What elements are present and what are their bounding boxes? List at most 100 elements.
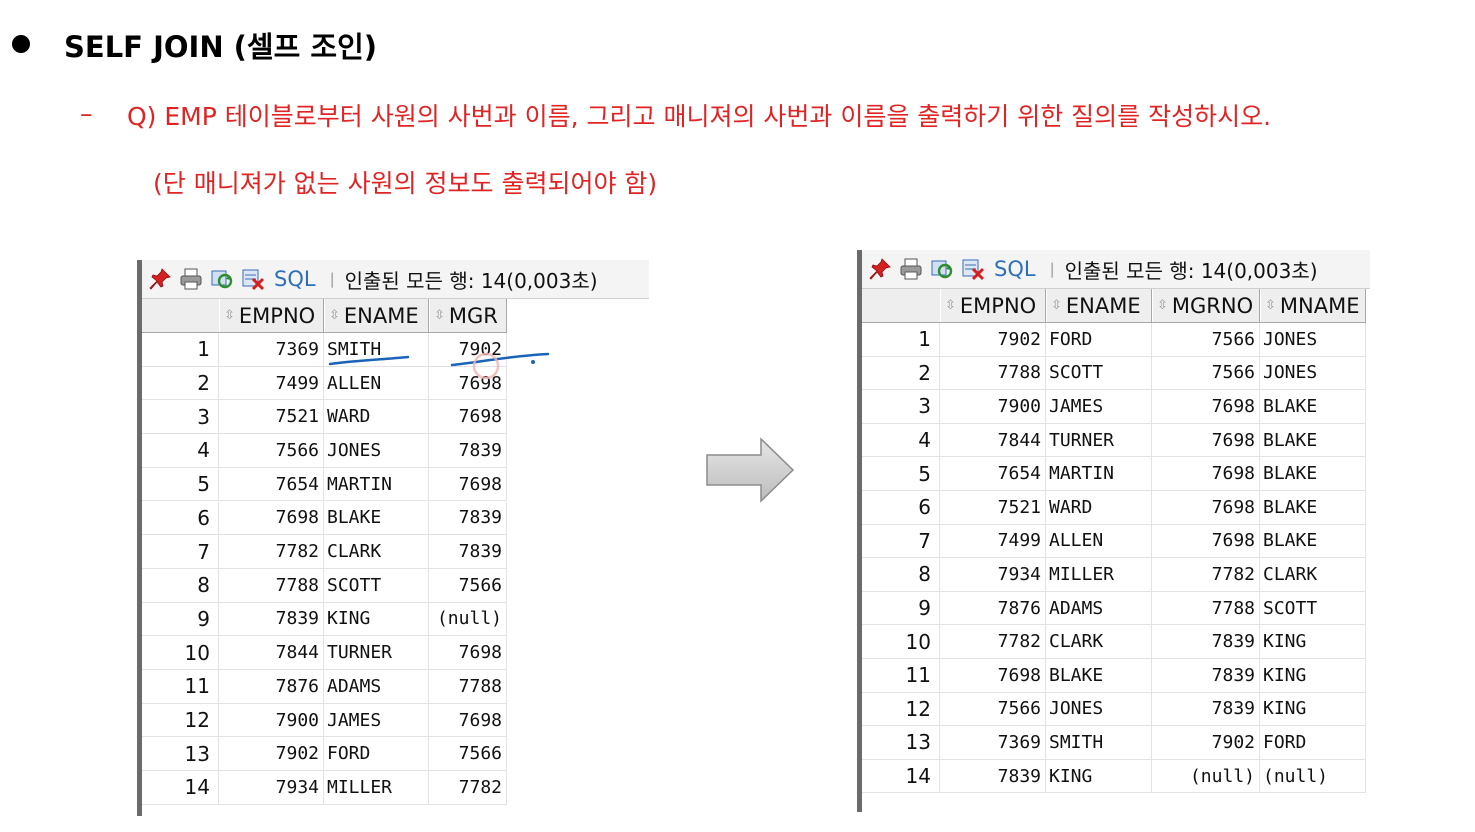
- table-row[interactable]: 12 7900 JAMES 7698: [142, 703, 507, 738]
- cell-empno: 7499: [219, 366, 324, 400]
- column-header-ename[interactable]: ⇳ ENAME: [1046, 289, 1152, 322]
- table-row[interactable]: 4 7844 TURNER 7698 BLAKE: [862, 423, 1366, 458]
- cell-empno: 7934: [219, 771, 324, 804]
- cell-ename: WARD: [324, 400, 429, 434]
- cell-ename: CLARK: [1046, 625, 1152, 658]
- table-row[interactable]: 14 7934 MILLER 7782: [142, 771, 507, 805]
- column-header-ename[interactable]: ⇳ ENAME: [324, 299, 429, 332]
- cell-empno: 7698: [219, 501, 324, 535]
- row-number: 3: [142, 400, 219, 434]
- table-row[interactable]: 11 7698 BLAKE 7839 KING: [862, 659, 1366, 693]
- refresh-icon[interactable]: [929, 256, 955, 282]
- table-row[interactable]: 14 7839 KING (null) (null): [862, 759, 1366, 794]
- cell-ename: CLARK: [324, 535, 429, 568]
- cell-empno: 7369: [219, 333, 324, 366]
- table-row[interactable]: 3 7521 WARD 7698: [142, 400, 507, 435]
- table-row[interactable]: 9 7839 KING (null): [142, 602, 507, 637]
- cell-mgr: (null): [429, 602, 507, 636]
- table-row[interactable]: 6 7521 WARD 7698 BLAKE: [862, 491, 1366, 525]
- sql-link[interactable]: SQL: [274, 267, 316, 291]
- cell-mname: FORD: [1260, 726, 1366, 759]
- cell-empno: 7788: [940, 356, 1046, 390]
- table-row[interactable]: 7 7499 ALLEN 7698 BLAKE: [862, 524, 1366, 559]
- cell-mgr: 7839: [429, 535, 507, 568]
- column-header-label: MGRNO: [1171, 293, 1254, 318]
- cell-ename: MARTIN: [1046, 457, 1152, 490]
- table-row[interactable]: 13 7369 SMITH 7902 FORD: [862, 726, 1366, 760]
- table-row[interactable]: 12 7566 JONES 7839 KING: [862, 692, 1366, 727]
- cell-mname: SCOTT: [1260, 591, 1366, 625]
- clear-icon[interactable]: [240, 266, 266, 292]
- cell-ename: TURNER: [1046, 423, 1152, 457]
- sort-icon: ⇳: [224, 308, 235, 323]
- row-number: 6: [142, 501, 219, 535]
- sql-link[interactable]: SQL: [994, 257, 1036, 281]
- cell-ename: SCOTT: [1046, 356, 1152, 390]
- cell-mgrno: 7566: [1152, 323, 1260, 356]
- column-header-mname[interactable]: ⇳ MNAME: [1260, 289, 1366, 322]
- pin-icon[interactable]: [147, 266, 173, 292]
- table-row[interactable]: 5 7654 MARTIN 7698 BLAKE: [862, 457, 1366, 491]
- cell-ename: KING: [1046, 759, 1152, 793]
- table-row[interactable]: 10 7844 TURNER 7698: [142, 636, 507, 670]
- column-header-mgr[interactable]: ⇳ MGR: [429, 299, 507, 332]
- cell-mgrno: 7839: [1152, 659, 1260, 692]
- cell-empno: 7934: [940, 558, 1046, 591]
- cell-ename: JAMES: [324, 703, 429, 737]
- cell-ename: ADAMS: [324, 670, 429, 703]
- table-row[interactable]: 8 7788 SCOTT 7566: [142, 568, 507, 603]
- cell-mgrno: 7788: [1152, 591, 1260, 625]
- row-number: 11: [862, 659, 940, 692]
- cell-empno: 7698: [940, 659, 1046, 692]
- table-row[interactable]: 5 7654 MARTIN 7698: [142, 467, 507, 502]
- table-row[interactable]: 7 7782 CLARK 7839: [142, 535, 507, 569]
- pin-icon[interactable]: [867, 256, 893, 282]
- cell-ename: ALLEN: [1046, 524, 1152, 558]
- table-row[interactable]: 1 7902 FORD 7566 JONES: [862, 323, 1366, 357]
- bullet-icon: [12, 35, 30, 53]
- column-header-empno[interactable]: ⇳ EMPNO: [940, 289, 1046, 322]
- row-number: 4: [862, 423, 940, 457]
- clear-icon[interactable]: [960, 256, 986, 282]
- cell-mname: BLAKE: [1260, 524, 1366, 558]
- cell-mgr: 7782: [429, 771, 507, 804]
- sort-icon: ⇳: [1265, 298, 1276, 313]
- sort-icon: ⇳: [945, 298, 956, 313]
- table-row[interactable]: 6 7698 BLAKE 7839: [142, 501, 507, 536]
- cell-mgr: 7839: [429, 434, 507, 467]
- cell-mname: KING: [1260, 659, 1366, 692]
- table-row[interactable]: 13 7902 FORD 7566: [142, 737, 507, 772]
- table-row[interactable]: 2 7788 SCOTT 7566 JONES: [862, 356, 1366, 391]
- row-number: 3: [862, 390, 940, 423]
- row-number: 1: [142, 333, 219, 366]
- row-number: 13: [142, 737, 219, 771]
- cell-ename: TURNER: [324, 636, 429, 669]
- fetch-status: 인출된 모든 행: 14(0,003초): [1064, 258, 1318, 283]
- page-heading: SELF JOIN (셀프 조인): [64, 30, 378, 64]
- table-row[interactable]: 4 7566 JONES 7839: [142, 434, 507, 468]
- table-row[interactable]: 11 7876 ADAMS 7788: [142, 670, 507, 704]
- table-row[interactable]: 3 7900 JAMES 7698 BLAKE: [862, 390, 1366, 424]
- refresh-icon[interactable]: [209, 266, 235, 292]
- print-icon[interactable]: [178, 266, 204, 292]
- cell-mgr: 7566: [429, 568, 507, 602]
- cell-ename: MILLER: [324, 771, 429, 804]
- cell-empno: 7566: [219, 434, 324, 467]
- column-header-empno[interactable]: ⇳ EMPNO: [219, 299, 324, 332]
- table-row[interactable]: 9 7876 ADAMS 7788 SCOTT: [862, 591, 1366, 626]
- cell-empno: 7654: [219, 467, 324, 501]
- cell-mgrno: 7839: [1152, 692, 1260, 726]
- table-row[interactable]: 8 7934 MILLER 7782 CLARK: [862, 558, 1366, 592]
- cell-empno: 7844: [219, 636, 324, 669]
- column-header-mgrno[interactable]: ⇳ MGRNO: [1152, 289, 1260, 322]
- cell-mname: (null): [1260, 759, 1366, 793]
- print-icon[interactable]: [898, 256, 924, 282]
- row-number: 1: [862, 323, 940, 356]
- column-header-label: ENAME: [343, 303, 419, 328]
- row-number: 5: [142, 467, 219, 501]
- cell-ename: ADAMS: [1046, 591, 1152, 625]
- cell-mgrno: 7698: [1152, 491, 1260, 524]
- cell-ename: JONES: [324, 434, 429, 467]
- row-number: 2: [142, 366, 219, 400]
- table-row[interactable]: 10 7782 CLARK 7839 KING: [862, 625, 1366, 659]
